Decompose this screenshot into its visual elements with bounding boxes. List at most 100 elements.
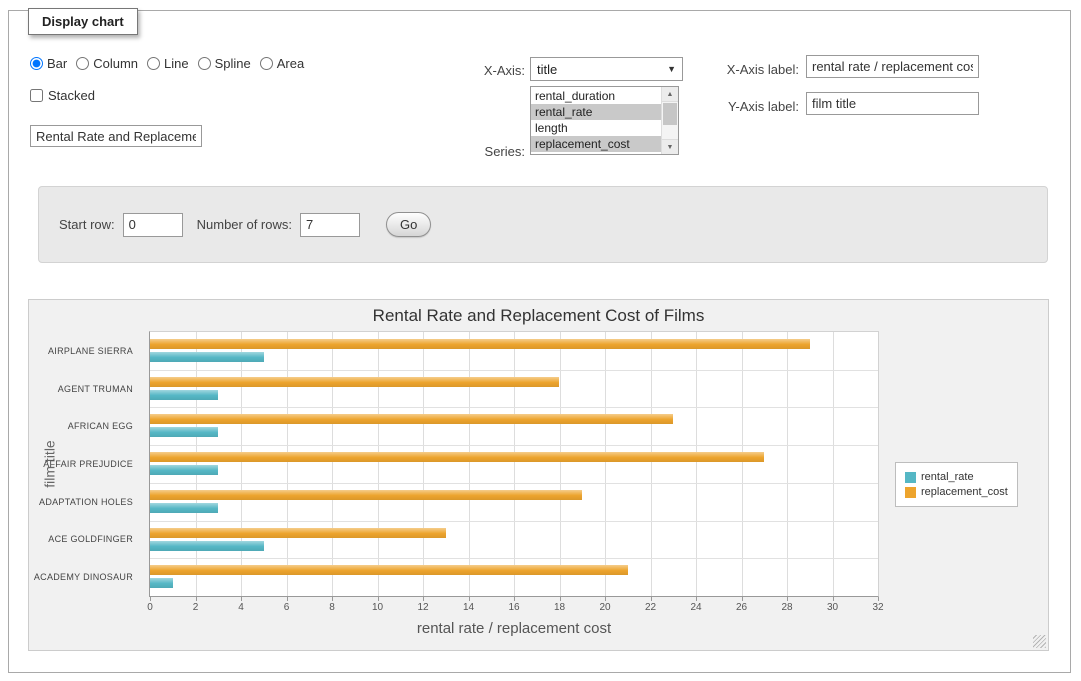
stacked-label: Stacked: [48, 88, 95, 103]
chart-type-label: Spline: [215, 56, 251, 71]
x-tick-label: 18: [554, 602, 565, 613]
panel-title: Display chart: [42, 14, 124, 29]
gridline: [150, 370, 878, 371]
legend-swatch-icon: [905, 487, 916, 498]
x-tick-label: 10: [372, 602, 383, 613]
legend-items: rental_rate replacement_cost: [905, 471, 1008, 498]
x-tick-label: 16: [508, 602, 519, 613]
y-axis-category-labels: AIRPLANE SIERRAAGENT TRUMANAFRICAN EGGAF…: [29, 332, 141, 596]
series-option[interactable]: rental_rate: [531, 104, 661, 120]
series-option[interactable]: rental_duration: [531, 88, 661, 104]
x-tick-mark: [651, 597, 652, 601]
category-label: ADAPTATION HOLES: [29, 483, 141, 521]
gridline: [287, 332, 288, 596]
x-tick-mark: [196, 597, 197, 601]
gridline: [150, 483, 878, 484]
legend-entry[interactable]: replacement_cost: [905, 486, 1008, 498]
bar-rental_rate: [150, 541, 264, 551]
x-tick-mark: [287, 597, 288, 601]
x-axis-title: rental rate / replacement cost: [150, 620, 878, 637]
number-of-rows-input[interactable]: [300, 213, 360, 237]
gridline: [150, 521, 878, 522]
gridline: [560, 332, 561, 596]
app-container: Display chart Bar Column Line Spline Are…: [8, 10, 1071, 673]
scroll-down-icon[interactable]: ▼: [662, 139, 678, 154]
x-tick-label: 32: [872, 602, 883, 613]
x-tick-mark: [787, 597, 788, 601]
bar-rental_rate: [150, 352, 264, 362]
gridline: [150, 558, 878, 559]
rows-panel: Start row: Number of rows: Go: [38, 186, 1048, 263]
stacked-checkbox[interactable]: [30, 89, 43, 102]
x-tick-label: 4: [238, 602, 244, 613]
x-tick-label: 26: [736, 602, 747, 613]
chart-title: Rental Rate and Replacement Cost of Film…: [29, 306, 1048, 326]
series-option[interactable]: replacement_cost: [531, 136, 661, 152]
chart-type-radio[interactable]: [30, 57, 43, 70]
x-tick-mark: [150, 597, 151, 601]
bar-replacement_cost: [150, 490, 582, 500]
y-axis-label-input[interactable]: [806, 92, 979, 115]
chart-type-radio[interactable]: [260, 57, 273, 70]
bar-rental_rate: [150, 503, 218, 513]
gridline: [469, 332, 470, 596]
bar-rental_rate: [150, 390, 218, 400]
gridline: [423, 332, 424, 596]
series-label: Series:: [439, 144, 525, 159]
chart-type-radio[interactable]: [147, 57, 160, 70]
x-tick-label: 30: [827, 602, 838, 613]
plot-area: [149, 331, 879, 597]
gridline: [787, 332, 788, 596]
x-tick-mark: [423, 597, 424, 601]
chart-container: Rental Rate and Replacement Cost of Film…: [28, 299, 1049, 651]
series-listbox[interactable]: rental_duration rental_rate length repla…: [530, 86, 679, 155]
chart-type-group: Bar Column Line Spline Area: [30, 56, 313, 71]
bar-rental_rate: [150, 465, 218, 475]
legend-entry[interactable]: rental_rate: [905, 471, 1008, 483]
legend-swatch-icon: [905, 472, 916, 483]
chart-type-option-bar[interactable]: Bar: [30, 56, 67, 71]
chart-title-input[interactable]: [30, 125, 202, 147]
bar-replacement_cost: [150, 528, 446, 538]
x-tick-label: 20: [599, 602, 610, 613]
chart-type-option-line[interactable]: Line: [147, 56, 189, 71]
x-tick-label: 12: [417, 602, 428, 613]
bar-replacement_cost: [150, 452, 764, 462]
listbox-scrollbar[interactable]: ▲ ▼: [661, 87, 678, 154]
go-button[interactable]: Go: [386, 212, 431, 237]
x-tick-mark: [878, 597, 879, 601]
category-label: AIRPLANE SIERRA: [29, 332, 141, 370]
chart-type-option-spline[interactable]: Spline: [198, 56, 251, 71]
gridline: [378, 332, 379, 596]
category-label: ACE GOLDFINGER: [29, 521, 141, 559]
x-tick-mark: [514, 597, 515, 601]
chart-type-radio[interactable]: [76, 57, 89, 70]
number-of-rows-label: Number of rows:: [197, 217, 292, 232]
x-tick-label: 2: [193, 602, 199, 613]
x-axis-select[interactable]: title ▼: [530, 57, 683, 81]
stacked-option[interactable]: Stacked: [30, 88, 95, 103]
x-tick-label: 6: [284, 602, 290, 613]
x-tick-mark: [469, 597, 470, 601]
chart-type-label: Area: [277, 56, 304, 71]
start-row-input[interactable]: [123, 213, 183, 237]
legend-label: replacement_cost: [921, 486, 1008, 498]
x-tick-mark: [378, 597, 379, 601]
series-options: rental_duration rental_rate length repla…: [531, 87, 661, 154]
x-tick-mark: [605, 597, 606, 601]
series-option[interactable]: length: [531, 120, 661, 136]
resize-handle-icon[interactable]: [1033, 635, 1046, 648]
x-tick-mark: [833, 597, 834, 601]
bar-replacement_cost: [150, 377, 559, 387]
chart-type-label: Column: [93, 56, 138, 71]
gridline: [651, 332, 652, 596]
x-axis-selected-value: title: [537, 62, 557, 77]
x-tick-mark: [560, 597, 561, 601]
x-axis-label-input[interactable]: [806, 55, 979, 78]
bar-replacement_cost: [150, 414, 673, 424]
gridline: [196, 332, 197, 596]
x-tick-mark: [696, 597, 697, 601]
chart-type-option-column[interactable]: Column: [76, 56, 138, 71]
chart-type-radio[interactable]: [198, 57, 211, 70]
chart-type-option-area[interactable]: Area: [260, 56, 304, 71]
